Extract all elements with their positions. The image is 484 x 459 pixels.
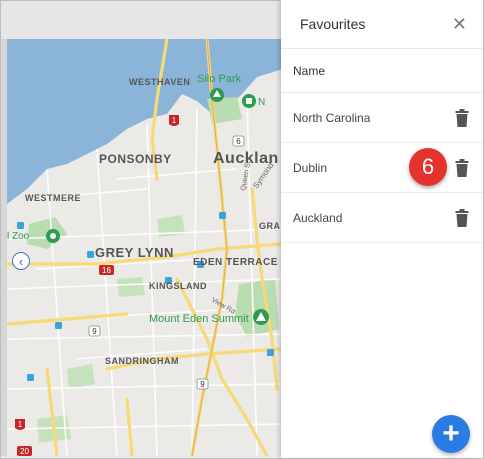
svg-text:9: 9 (200, 380, 205, 389)
map-view[interactable]: 1 6 16 9 9 1 20 WESTHAVEN Silo Park N PO… (7, 39, 283, 456)
map-label-sandringham: SANDRINGHAM (105, 356, 179, 366)
map-canvas: 1 6 16 9 9 1 20 WESTHAVEN Silo Park N PO… (7, 39, 283, 456)
map-label-westhaven: WESTHAVEN (129, 77, 190, 87)
zoo-pin-icon (46, 229, 60, 243)
map-label-grey-lynn: GREY LYNN (95, 245, 174, 260)
plus-icon: + (442, 417, 460, 450)
map-label-eden-terrace: EDEN TERRACE (193, 257, 278, 268)
favourite-row-auckland[interactable]: Auckland (281, 193, 483, 243)
svg-text:16: 16 (102, 266, 111, 275)
svg-text:6: 6 (236, 137, 241, 146)
favourites-panel: Favourites ✕ Name North Carolina Dublin … (281, 0, 483, 458)
map-label-new: N (258, 97, 265, 108)
map-label-ponsonby: PONSONBY (99, 152, 172, 166)
svg-text:1: 1 (172, 116, 177, 125)
map-label-silo-park: Silo Park (197, 73, 242, 85)
column-header-name: Name (281, 49, 483, 93)
trash-icon[interactable] (455, 108, 469, 127)
svg-text:9: 9 (92, 327, 97, 336)
panel-title: Favourites (300, 16, 366, 32)
favourite-label: Auckland (293, 210, 343, 225)
map-label-grafton: GRAFT (259, 221, 283, 231)
park-pin-icon (210, 88, 224, 102)
trash-icon[interactable] (455, 158, 469, 177)
mount-eden-pin-icon (253, 309, 269, 325)
favourite-label: North Carolina (293, 110, 371, 125)
close-icon[interactable]: ✕ (452, 15, 467, 33)
favourite-row-north-carolina[interactable]: North Carolina (281, 93, 483, 143)
favourite-label: Dublin (293, 160, 328, 175)
panel-header: Favourites ✕ (281, 0, 483, 49)
add-favourite-button[interactable]: + (432, 415, 470, 453)
map-label-zoo: l Zoo (7, 231, 30, 242)
trash-icon[interactable] (455, 208, 469, 227)
step-badge: 6 (409, 148, 447, 186)
favourite-row-dublin[interactable]: Dublin (281, 143, 483, 193)
museum-pin-icon (242, 94, 256, 108)
chevron-left-icon: ‹ (18, 253, 24, 269)
map-label-westmere: WESTMERE (25, 193, 81, 203)
map-label-kingsland: KINGSLAND (149, 281, 207, 291)
map-top-bar (1, 1, 283, 39)
svg-text:20: 20 (20, 447, 29, 456)
collapse-panel-button[interactable]: ‹ (12, 252, 30, 270)
svg-text:1: 1 (18, 420, 23, 429)
map-label-mount-eden-summit: Mount Eden Summit (149, 313, 249, 325)
